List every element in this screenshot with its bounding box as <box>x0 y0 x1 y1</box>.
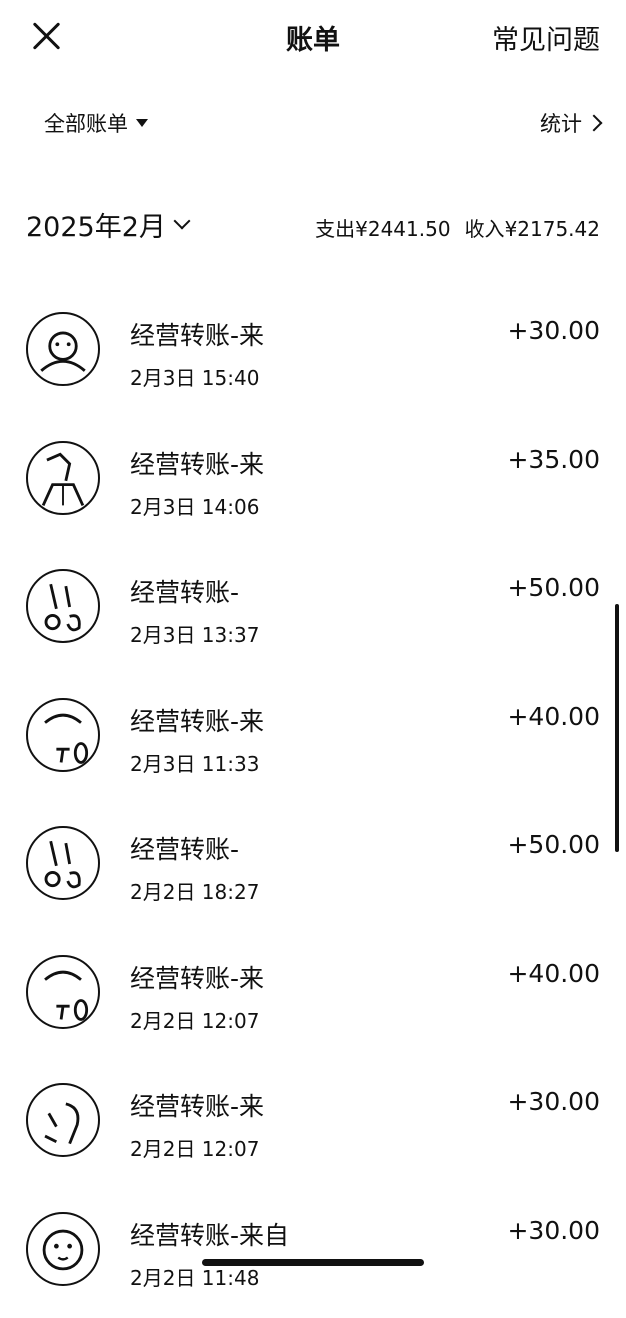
month-selector[interactable]: 2025年2月 <box>26 205 188 244</box>
chevron-down-icon <box>173 212 190 229</box>
avatar <box>26 569 100 643</box>
transaction-amount: +30.00 <box>507 1216 600 1245</box>
transaction-time: 2月2日 12:07 <box>130 1005 259 1034</box>
transaction-row[interactable]: 经营转账- 2月3日 13:37 +50.00 <box>0 547 626 676</box>
income-label: 收入 <box>465 217 505 241</box>
caret-down-icon <box>136 119 148 127</box>
income-value: ¥2175.42 <box>505 217 600 241</box>
home-indicator <box>202 1259 424 1266</box>
avatar <box>26 312 100 386</box>
expense-value: ¥2441.50 <box>355 217 450 241</box>
transaction-title: 经营转账-来 <box>130 1087 264 1123</box>
transaction-title: 经营转账-来 <box>130 959 264 995</box>
filter-row: 全部账单 统计 <box>0 108 626 144</box>
transaction-title: 经营转账- <box>130 830 239 866</box>
transaction-title: 经营转账-来 <box>130 445 264 481</box>
avatar <box>26 955 100 1029</box>
transaction-row[interactable]: 经营转账- 2月2日 18:27 +50.00 <box>0 804 626 933</box>
transaction-time: 2月2日 12:07 <box>130 1133 259 1162</box>
transaction-amount: +30.00 <box>507 316 600 345</box>
top-bar: 账单 常见问题 <box>0 0 626 76</box>
all-bills-dropdown[interactable]: 全部账单 <box>44 108 148 138</box>
transaction-row[interactable]: 经营转账-来 2月2日 12:07 +30.00 <box>0 1061 626 1190</box>
transaction-time: 2月3日 13:37 <box>130 619 259 648</box>
transaction-title: 经营转账- <box>130 573 239 609</box>
all-bills-label: 全部账单 <box>44 108 128 138</box>
transaction-list: 经营转账-来 2月3日 15:40 +30.00 经营转账-来 2月3日 14:… <box>0 290 626 1318</box>
avatar <box>26 826 100 900</box>
faq-link[interactable]: 常见问题 <box>492 18 600 57</box>
avatar <box>26 1212 100 1286</box>
transaction-title: 经营转账-来 <box>130 316 264 352</box>
avatar <box>26 441 100 515</box>
transaction-amount: +40.00 <box>507 959 600 988</box>
transaction-time: 2月3日 15:40 <box>130 362 259 391</box>
income-summary: 收入¥2175.42 <box>465 213 600 242</box>
month-row: 2025年2月 支出¥2441.50 收入¥2175.42 <box>0 205 626 245</box>
transaction-time: 2月3日 11:33 <box>130 748 259 777</box>
avatar <box>26 1083 100 1157</box>
expense-summary: 支出¥2441.50 <box>315 213 450 242</box>
transaction-row[interactable]: 经营转账-来 2月3日 11:33 +40.00 <box>0 676 626 805</box>
transaction-row[interactable]: 经营转账-来 2月2日 12:07 +40.00 <box>0 933 626 1062</box>
scrollbar[interactable] <box>615 604 619 852</box>
month-label: 2025年2月 <box>26 205 166 244</box>
transaction-amount: +35.00 <box>507 445 600 474</box>
transaction-row[interactable]: 经营转账-来自 2月2日 11:48 +30.00 <box>0 1190 626 1318</box>
transaction-time: 2月3日 14:06 <box>130 491 259 520</box>
transaction-amount: +40.00 <box>507 702 600 731</box>
expense-label: 支出 <box>315 217 355 241</box>
chevron-right-icon <box>586 115 603 132</box>
transaction-title: 经营转账-来自 <box>130 1216 289 1252</box>
stats-link[interactable]: 统计 <box>540 108 600 138</box>
transaction-row[interactable]: 经营转账-来 2月3日 15:40 +30.00 <box>0 290 626 419</box>
transaction-title: 经营转账-来 <box>130 702 264 738</box>
avatar <box>26 698 100 772</box>
transaction-time: 2月2日 18:27 <box>130 876 259 905</box>
transaction-amount: +50.00 <box>507 830 600 859</box>
transaction-amount: +30.00 <box>507 1087 600 1116</box>
transaction-amount: +50.00 <box>507 573 600 602</box>
month-summary: 支出¥2441.50 收入¥2175.42 <box>315 213 600 242</box>
stats-label: 统计 <box>540 108 582 138</box>
transaction-row[interactable]: 经营转账-来 2月3日 14:06 +35.00 <box>0 419 626 548</box>
